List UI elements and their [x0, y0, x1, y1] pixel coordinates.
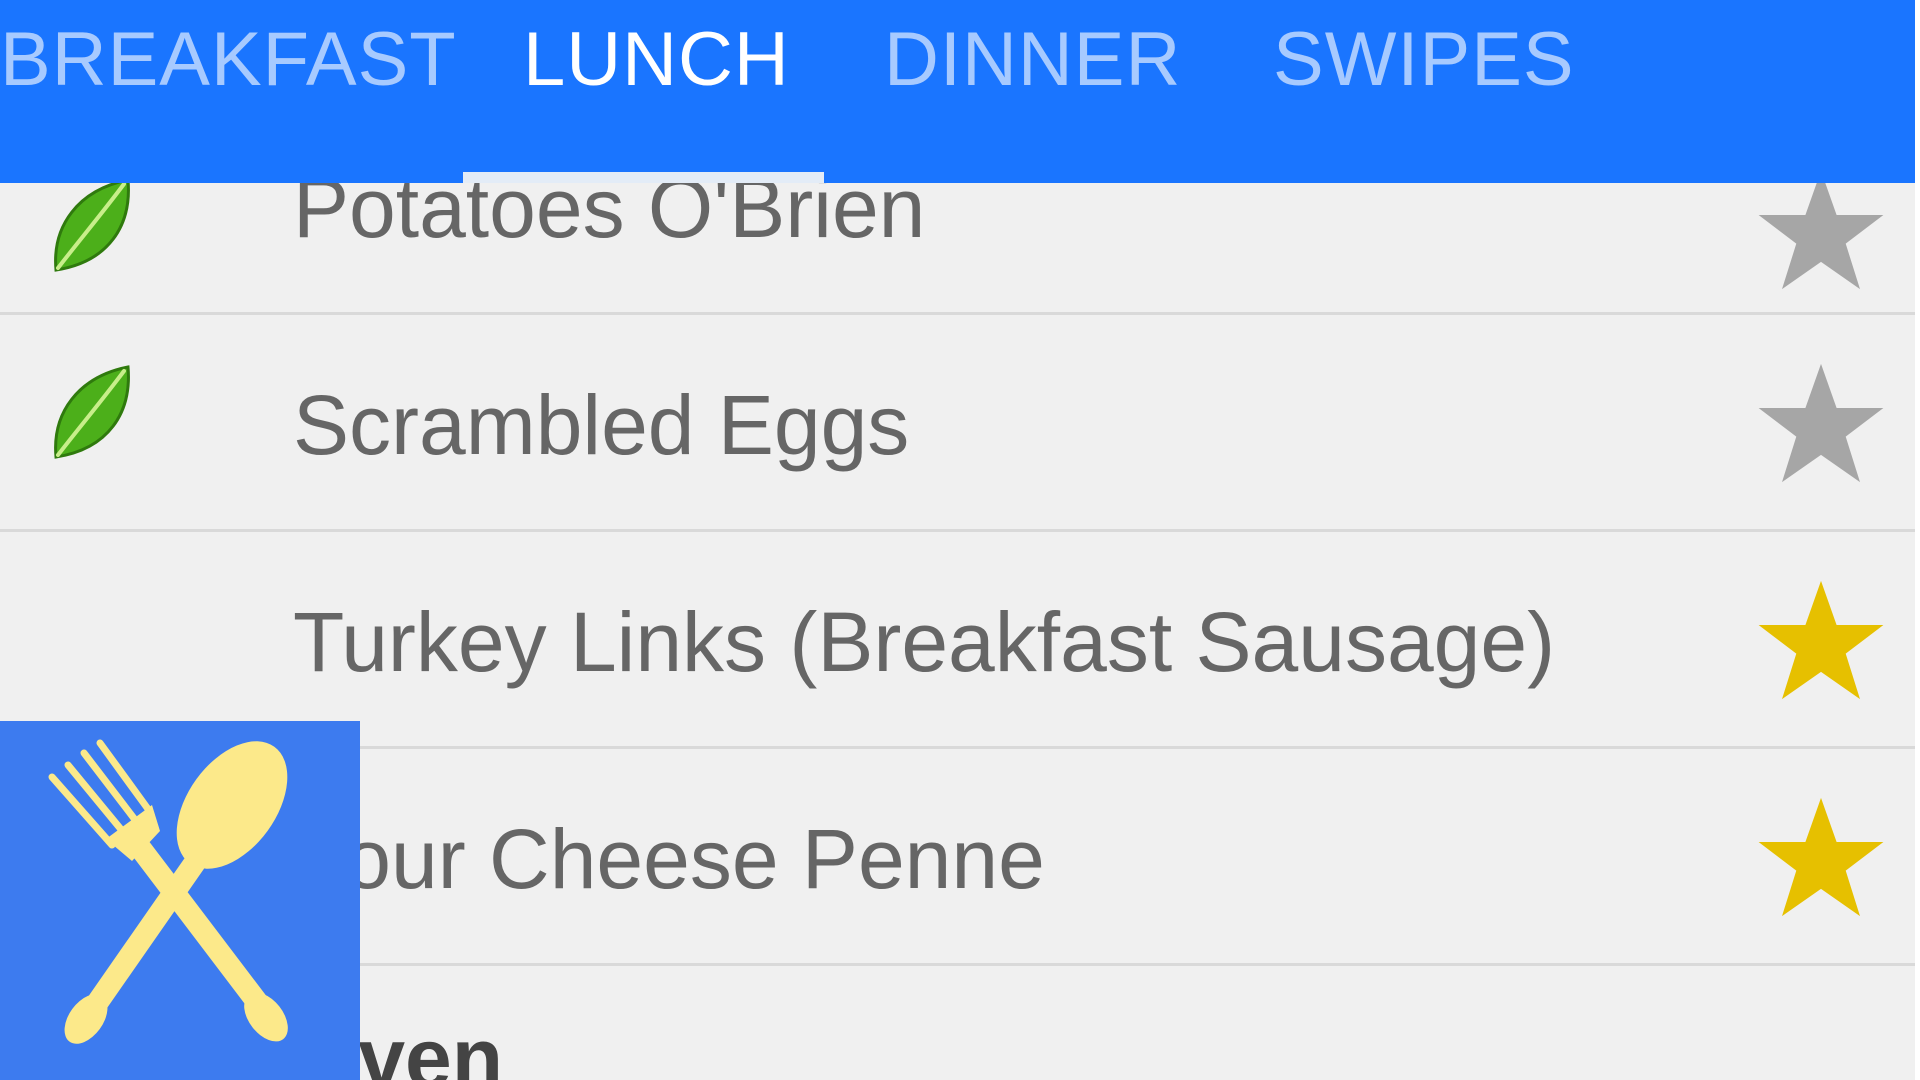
menu-screen: Potatoes O'Brien Scrambled Eggs Turkey L…	[0, 0, 1920, 1080]
menu-item-name: Scrambled Eggs	[293, 378, 910, 472]
menu-row[interactable]: Scrambled Eggs	[0, 315, 1915, 532]
screen-edge	[1915, 0, 1920, 1080]
menu-item-name: Four Cheese Penne	[293, 812, 1045, 906]
tab-breakfast[interactable]: BREAKFAST	[0, 18, 457, 102]
star-icon[interactable]	[1756, 795, 1886, 919]
leaf-icon	[54, 178, 130, 272]
leaf-icon	[54, 365, 130, 459]
tab-lunch[interactable]: LUNCH	[523, 18, 790, 102]
app-logo	[0, 721, 360, 1080]
fork-spoon-icon	[48, 739, 288, 1044]
active-tab-indicator	[463, 172, 824, 183]
menu-row[interactable]: Turkey Links (Breakfast Sausage)	[0, 532, 1915, 749]
tab-swipes[interactable]: SWIPES	[1273, 18, 1575, 102]
star-icon[interactable]	[1756, 361, 1886, 485]
meal-tab-bar: BREAKFAST LUNCH DINNER SWIPES	[0, 0, 1915, 183]
star-icon[interactable]	[1756, 168, 1886, 292]
star-icon[interactable]	[1756, 578, 1886, 702]
tab-dinner[interactable]: DINNER	[884, 18, 1181, 102]
menu-item-name: Turkey Links (Breakfast Sausage)	[293, 595, 1556, 689]
